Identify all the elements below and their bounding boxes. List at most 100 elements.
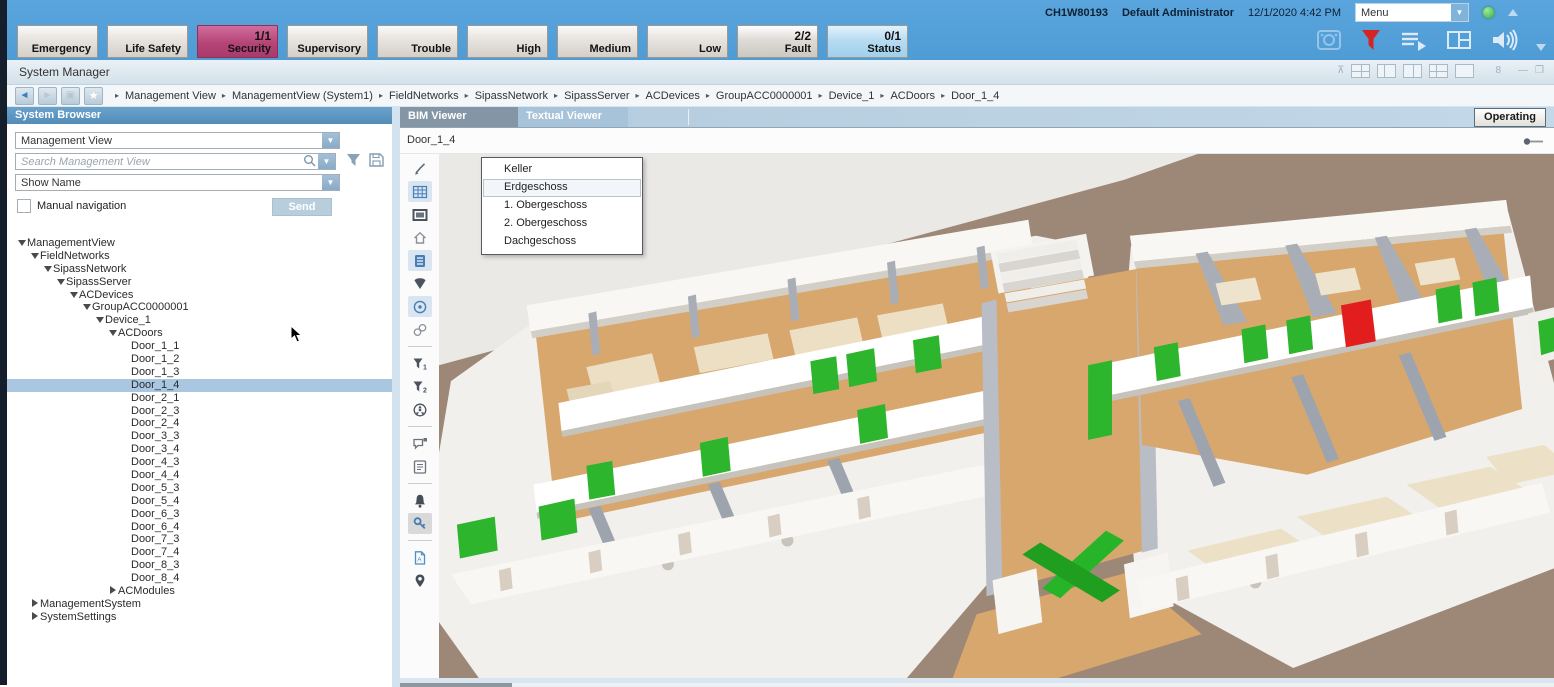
tree-item-door_1_1[interactable]: Door_1_1 [7,340,392,353]
forward-button[interactable]: ► [38,87,57,105]
freehand-marker-icon[interactable] [408,158,432,179]
tree-item-fieldnetworks[interactable]: FieldNetworks [7,250,392,263]
badge-reader-icon[interactable] [1316,28,1342,52]
tree-item-door_6_3[interactable]: Door_6_3 [7,508,392,521]
tree-item-acdoors[interactable]: ACDoors [7,327,392,340]
floor-item-2-obergeschoss[interactable]: 2. Obergeschoss [483,215,641,233]
document-icon[interactable]: A [408,547,432,568]
event-filter-icon[interactable] [1360,28,1382,52]
selection-circle-icon[interactable] [408,296,432,317]
tree-expanded-icon[interactable] [69,289,79,302]
status-button-security[interactable]: 1/1Security [197,25,278,58]
tree-item-systemsettings[interactable]: SystemSettings [7,611,392,624]
tree-item-door_1_2[interactable]: Door_1_2 [7,353,392,366]
expand-band-icon[interactable] [1536,44,1546,51]
tab-textual-viewer[interactable]: Textual Viewer [518,107,628,127]
filter-icon[interactable] [346,153,361,170]
status-button-life-safety[interactable]: Life Safety [107,25,188,58]
tree-item-door_5_4[interactable]: Door_5_4 [7,495,392,508]
tree-expanded-icon[interactable] [108,327,118,340]
tree-item-door_7_3[interactable]: Door_7_3 [7,533,392,546]
door-status-marker[interactable] [1436,285,1463,324]
door-status-marker[interactable] [1088,360,1112,440]
minimize-icon[interactable]: — [1518,64,1528,78]
breadcrumb-item[interactable]: Management View [125,90,216,102]
filter-2-icon[interactable]: 2 [408,376,432,397]
door-status-marker[interactable] [1286,315,1313,354]
tree-item-door_8_4[interactable]: Door_8_4 [7,572,392,585]
status-button-fault[interactable]: 2/2Fault [737,25,818,58]
breadcrumb-item[interactable]: SipassServer [564,90,629,102]
status-button-medium[interactable]: Medium [557,25,638,58]
breadcrumb-item[interactable]: FieldNetworks [389,90,459,102]
layout-single-icon[interactable] [1455,64,1474,78]
manual-navigation-checkbox[interactable] [17,199,31,213]
tree-collapsed-icon[interactable] [108,585,118,598]
alarm-bell-icon[interactable] [408,490,432,511]
tree-item-managementsystem[interactable]: ManagementSystem [7,598,392,611]
tree-item-acdevices[interactable]: ACDevices [7,289,392,302]
door-status-marker[interactable] [586,461,615,500]
breadcrumb-item[interactable]: ACDoors [890,90,935,102]
status-button-emergency[interactable]: Emergency [17,25,98,58]
tree-item-sipassserver[interactable]: SipassServer [7,276,392,289]
filter-1-icon[interactable]: 1 [408,353,432,374]
tree-item-door_3_3[interactable]: Door_3_3 [7,430,392,443]
grid-view-icon[interactable] [408,181,432,202]
tree-expanded-icon[interactable] [95,314,105,327]
breadcrumb-item[interactable]: GroupACC0000001 [716,90,813,102]
breadcrumb-item[interactable]: ACDevices [646,90,700,102]
tree-item-groupacc0000001[interactable]: GroupACC0000001 [7,301,392,314]
tree-expanded-icon[interactable] [43,263,53,276]
door-status-marker[interactable] [857,404,888,444]
door-status-marker[interactable] [846,348,877,387]
view-cone-icon[interactable] [408,273,432,294]
door-status-marker[interactable] [700,437,731,477]
tree-item-door_8_3[interactable]: Door_8_3 [7,559,392,572]
floor-selector-icon[interactable] [408,250,432,271]
main-menu-dropdown[interactable]: Menu ▼ [1355,3,1469,22]
send-button[interactable]: Send [272,198,332,216]
restore-icon[interactable]: ❐ [1535,64,1544,78]
collapse-panes-icon[interactable]: ⊼ [1337,64,1344,78]
scrollbar-thumb[interactable] [400,683,512,687]
screen-view-icon[interactable] [408,204,432,225]
tree-collapsed-icon[interactable] [30,598,40,611]
save-filter-icon[interactable] [369,153,384,170]
comment-icon[interactable] [408,433,432,454]
key-icon[interactable] [408,513,432,534]
floor-item-keller[interactable]: Keller [483,161,641,179]
collapse-band-icon[interactable] [1508,9,1518,16]
tree-expanded-icon[interactable] [82,301,92,314]
tab-bim-viewer[interactable]: BIM Viewer [400,107,518,127]
door-status-marker[interactable] [810,356,839,394]
breadcrumb-item[interactable]: Door_1_4 [951,90,999,102]
menu-dropdown-arrow-icon[interactable]: ▼ [1451,4,1468,21]
tree-item-door_6_4[interactable]: Door_6_4 [7,521,392,534]
layout-right-pane-icon[interactable] [1403,64,1422,78]
layout-panes-icon[interactable] [1446,28,1472,52]
breadcrumb-item[interactable]: SipassNetwork [475,90,548,102]
related-items-icon[interactable] [408,319,432,340]
favorites-button[interactable]: ★ [84,87,103,105]
tree-item-door_5_3[interactable]: Door_5_3 [7,482,392,495]
operating-mode-button[interactable]: Operating [1474,108,1546,127]
search-icon[interactable] [303,154,316,170]
status-button-trouble[interactable]: Trouble [377,25,458,58]
tree-item-device_1[interactable]: Device_1 [7,314,392,327]
tree-item-door_3_4[interactable]: Door_3_4 [7,443,392,456]
display-mode-selector[interactable]: Show Name ▼ [15,174,340,191]
speaker-icon[interactable] [1490,28,1520,52]
location-pin-icon[interactable] [408,570,432,591]
pane-handle-icon[interactable] [1522,138,1544,145]
layout-split-icon[interactable] [1429,64,1448,78]
display-mode-arrow-icon[interactable]: ▼ [322,175,339,190]
status-button-high[interactable]: High [467,25,548,58]
tree-item-door_4_4[interactable]: Door_4_4 [7,469,392,482]
tree-item-door_7_4[interactable]: Door_7_4 [7,546,392,559]
breadcrumb-item[interactable]: ManagementView (System1) [232,90,373,102]
horizontal-scrollbar[interactable] [400,678,1554,687]
status-button-supervisory[interactable]: Supervisory [287,25,368,58]
search-input[interactable]: Search Management View ▼ [15,153,336,170]
floor-item-erdgeschoss[interactable]: Erdgeschoss [483,179,641,197]
